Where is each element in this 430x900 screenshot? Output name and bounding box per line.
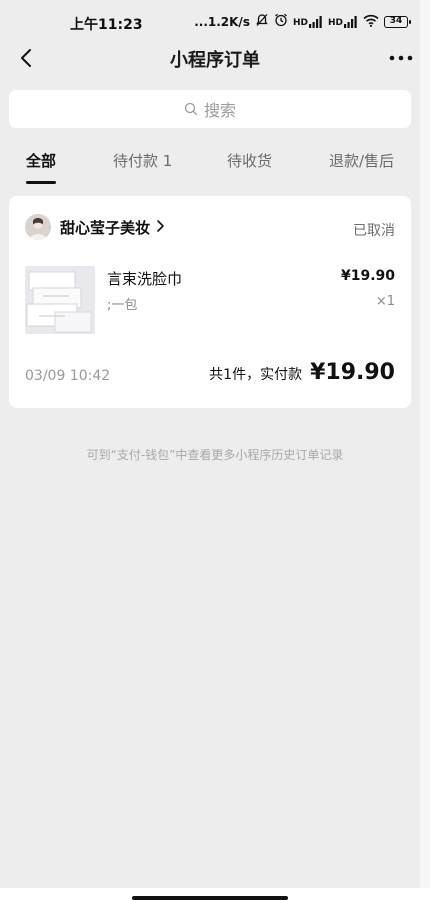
- product-price: ¥19.90: [340, 268, 395, 284]
- order-card[interactable]: 甜心莹子美妆 已取消 言束洗脸巾 ;一包 ¥19.90 ×1 03/09 10:…: [9, 196, 411, 408]
- more-button[interactable]: [386, 44, 416, 72]
- screen: 上午11:23 ...1.2K/s HD HD 34 小程序订单 搜索 全部 待…: [0, 0, 430, 900]
- network-speed: ...1.2K/s: [194, 14, 250, 29]
- shop-name: 甜心莹子美妆: [60, 218, 151, 237]
- nav-bar: 小程序订单: [0, 40, 430, 76]
- tab-pending-receipt[interactable]: 待收货: [227, 150, 272, 171]
- product-quantity: ×1: [375, 294, 395, 309]
- screen-edge: [420, 0, 430, 900]
- status-icons: ...1.2K/s HD HD 34: [194, 13, 411, 30]
- search-icon: [184, 102, 198, 116]
- tab-all[interactable]: 全部: [26, 150, 56, 171]
- status-bar: 上午11:23 ...1.2K/s HD HD 34: [0, 0, 430, 44]
- shop-link[interactable]: 甜心莹子美妆: [25, 214, 165, 240]
- tab-pending-payment[interactable]: 待付款 1: [113, 150, 172, 171]
- history-hint: 可到“支付-钱包”中查看更多小程序历史订单记录: [86, 448, 344, 462]
- wifi-icon: [363, 14, 379, 30]
- search-input[interactable]: 搜索: [9, 90, 411, 128]
- order-time: 03/09 10:42: [25, 368, 111, 384]
- tab-underline: [26, 181, 56, 184]
- battery-icon: 34: [384, 15, 411, 28]
- product-image: [25, 266, 95, 334]
- total-amount: ¥19.90: [310, 360, 395, 385]
- status-time: 上午11:23: [70, 17, 143, 33]
- signal-icon: HD: [292, 15, 323, 28]
- search-placeholder: 搜索: [203, 101, 236, 120]
- total-label: 共1件，实付款: [209, 367, 303, 383]
- avatar: [25, 214, 51, 240]
- tab-refund[interactable]: 退款/售后: [329, 150, 394, 171]
- status-badge: 已取消: [353, 223, 395, 239]
- chevron-right-icon: [156, 218, 165, 237]
- more-dots-icon: [389, 55, 413, 61]
- sim2-label: HD: [327, 17, 343, 28]
- page-title: 小程序订单: [170, 50, 260, 71]
- order-total: 共1件，实付款 ¥19.90: [209, 360, 395, 385]
- signal-icon: HD: [327, 15, 358, 28]
- order-tabs: 全部 待付款 1 待收货 退款/售后: [0, 146, 430, 186]
- alarm-icon: [274, 13, 288, 30]
- no-disturb-icon: [255, 13, 269, 30]
- sim1-label: HD: [292, 17, 308, 28]
- product-name: 言束洗脸巾: [107, 270, 183, 288]
- home-indicator[interactable]: [132, 896, 288, 900]
- product-spec: ;一包: [107, 298, 138, 313]
